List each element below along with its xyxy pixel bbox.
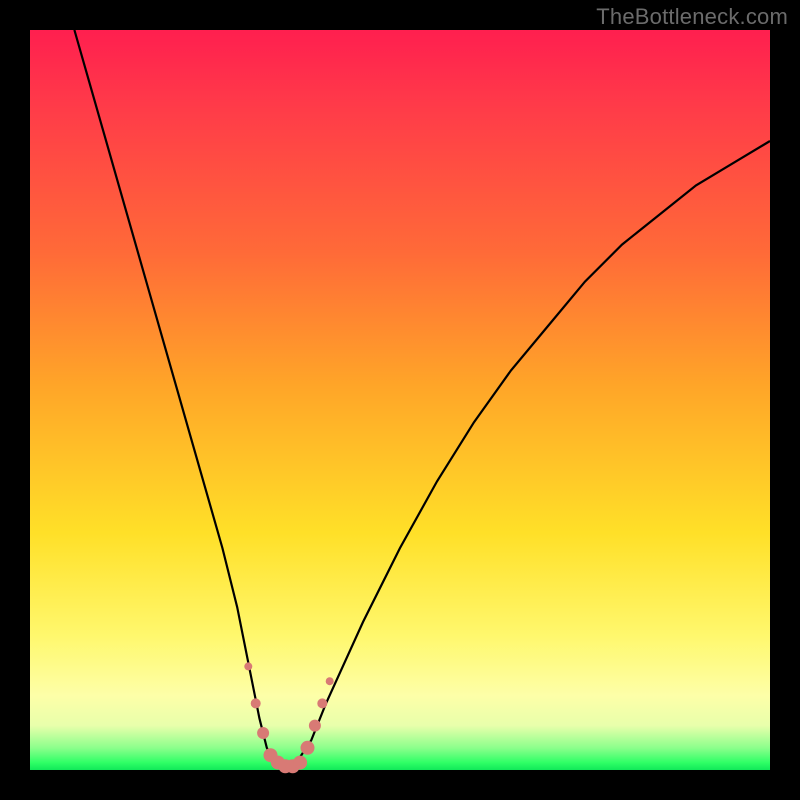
highlight-dot: [317, 698, 327, 708]
highlight-dot: [251, 698, 261, 708]
bottleneck-curve: [74, 30, 770, 770]
highlight-dot: [244, 662, 252, 670]
highlight-dot: [326, 677, 334, 685]
chart-frame: TheBottleneck.com: [0, 0, 800, 800]
watermark-text: TheBottleneck.com: [596, 4, 788, 30]
highlight-dot: [293, 756, 307, 770]
plot-area: [30, 30, 770, 770]
highlight-dot: [257, 727, 269, 739]
curve-svg: [30, 30, 770, 770]
highlight-dot: [301, 741, 315, 755]
highlight-dot: [309, 720, 321, 732]
